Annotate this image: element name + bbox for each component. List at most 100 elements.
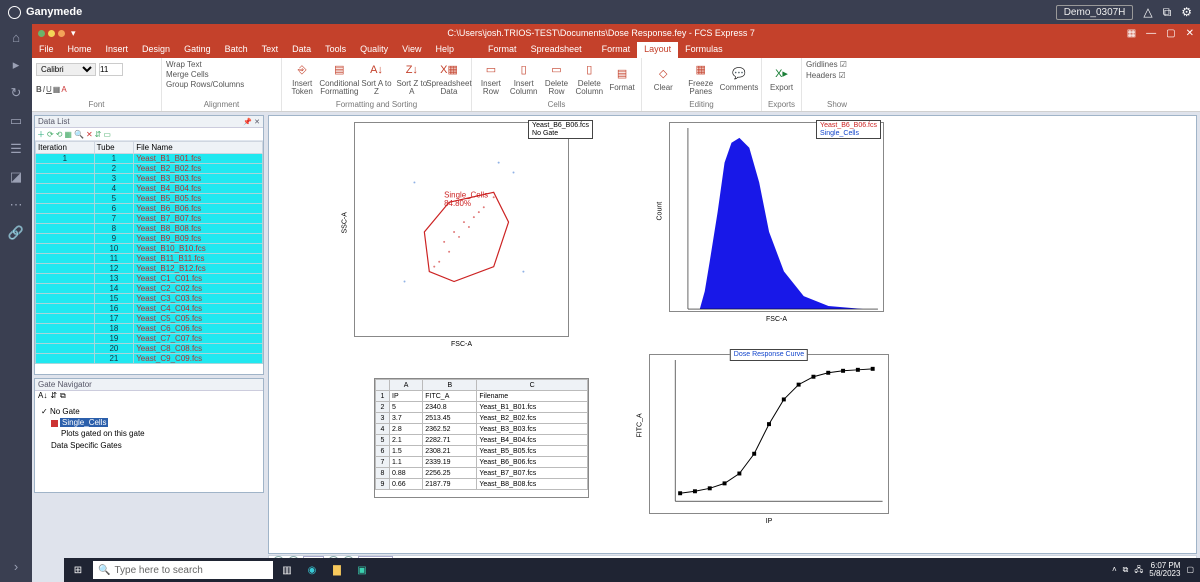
table-row[interactable]: 11Yeast_B11_B11.fcs	[36, 254, 263, 264]
minimize-icon[interactable]: —	[1146, 28, 1156, 39]
font-family-select[interactable]: Calibri	[36, 63, 96, 76]
explorer-icon[interactable]: ▇	[326, 561, 348, 579]
insert-col-button[interactable]: ▯Insert Column	[509, 63, 539, 97]
bold-button[interactable]: B	[36, 85, 42, 94]
close-panel-icon[interactable]: ✕	[254, 118, 260, 126]
collapse-icon[interactable]: ›	[14, 559, 18, 574]
merge-cells-button[interactable]: Merge Cells	[166, 70, 209, 79]
data-list-table[interactable]: IterationTubeFile Name11Yeast_B1_B01.fcs…	[35, 141, 263, 364]
tray-cloud-icon[interactable]: ⧉	[1123, 566, 1129, 574]
table-row[interactable]: 1IPFITC_AFilename	[376, 391, 588, 402]
sheet-data-button[interactable]: X▦Spreadsheet Data	[431, 63, 467, 97]
table-row[interactable]: 5Yeast_B5_B05.fcs	[36, 194, 263, 204]
fcs-app-icon[interactable]: ▣	[351, 561, 373, 579]
menu-tab-tools[interactable]: Tools	[318, 42, 353, 58]
table-row[interactable]: 42.82362.52Yeast_B3_B03.fcs	[376, 424, 588, 435]
ctx2-tab-formulas[interactable]: Formulas	[678, 42, 730, 58]
table-row[interactable]: 15Yeast_C3_C03.fcs	[36, 294, 263, 304]
settings-gear-icon[interactable]: ⚙	[1181, 5, 1192, 19]
menu-tab-help[interactable]: Help	[429, 42, 462, 58]
gate-sort-icon[interactable]: A↓	[38, 391, 47, 404]
menu-tab-file[interactable]: File	[32, 42, 61, 58]
table-row[interactable]: 80.882256.25Yeast_B7_B07.fcs	[376, 468, 588, 479]
link-icon[interactable]: 🔗	[8, 225, 24, 241]
format-button[interactable]: ▤Format	[607, 67, 637, 92]
table-row[interactable]: 21Yeast_C9_C09.fcs	[36, 354, 263, 364]
start-button[interactable]: ⊞	[67, 561, 89, 579]
table-row[interactable]: 61.52308.21Yeast_B5_B05.fcs	[376, 446, 588, 457]
headers-toggle[interactable]: Headers ☑	[806, 71, 846, 80]
underline-button[interactable]: U	[46, 85, 52, 94]
menu-tab-insert[interactable]: Insert	[99, 42, 136, 58]
table-row[interactable]: 6Yeast_B6_B06.fcs	[36, 204, 263, 214]
gate-copy-icon[interactable]: ⧉	[60, 391, 66, 404]
menu-tab-batch[interactable]: Batch	[218, 42, 255, 58]
tray-net-icon[interactable]: 🖧	[1134, 566, 1143, 574]
tray-notify-icon[interactable]: ▢	[1186, 566, 1194, 574]
export-button[interactable]: X▸Export	[766, 67, 797, 92]
table-row[interactable]: 17Yeast_C5_C05.fcs	[36, 314, 263, 324]
table-row[interactable]: 3Yeast_B3_B03.fcs	[36, 174, 263, 184]
gridlines-toggle[interactable]: Gridlines ☑	[806, 60, 847, 69]
chart-icon[interactable]: ◪	[10, 169, 22, 185]
table-row[interactable]: 18Yeast_C6_C06.fcs	[36, 324, 263, 334]
ctx2-tab-format[interactable]: Format	[595, 42, 638, 58]
menu-tab-design[interactable]: Design	[135, 42, 177, 58]
ctx-tab-format[interactable]: Format	[481, 42, 524, 58]
menu-tab-data[interactable]: Data	[285, 42, 318, 58]
more-icon[interactable]: ⋯	[10, 197, 23, 213]
layout-canvas[interactable]: Yeast_B6_B06.fcsNo Gate Single_Cells 84.…	[268, 115, 1197, 554]
doc-icon[interactable]: ▭	[10, 113, 22, 129]
dose-response-plot[interactable]: Dose Response Curve IP FITC_A	[649, 354, 889, 514]
insert-row-button[interactable]: ▭Insert Row	[476, 63, 506, 97]
menu-tab-quality[interactable]: Quality	[353, 42, 395, 58]
ctx2-tab-layout[interactable]: Layout	[637, 42, 678, 58]
menu-tab-gating[interactable]: Gating	[177, 42, 218, 58]
table-row[interactable]: 4Yeast_B4_B04.fcs	[36, 184, 263, 194]
delete-col-button[interactable]: ▯Delete Column	[574, 63, 604, 97]
table-row[interactable]: 13Yeast_C1_C01.fcs	[36, 274, 263, 284]
table-row[interactable]: 10Yeast_B10_B10.fcs	[36, 244, 263, 254]
table-row[interactable]: 9Yeast_B9_B09.fcs	[36, 234, 263, 244]
tray-up-icon[interactable]: ˄	[1112, 566, 1117, 574]
history-icon[interactable]: ↻	[11, 85, 22, 101]
wrap-text-button[interactable]: Wrap Text	[166, 60, 202, 69]
close-icon[interactable]: ✕	[1186, 28, 1194, 39]
insert-token-button[interactable]: ⎆Insert Token	[286, 63, 318, 97]
grid-icon[interactable]: ▦	[1127, 28, 1136, 39]
notify-icon[interactable]: △	[1143, 5, 1152, 19]
taskbar-search[interactable]: 🔍 Type here to search	[93, 561, 273, 579]
home-icon[interactable]: ⌂	[12, 30, 20, 45]
table-row[interactable]: 12Yeast_B12_B12.fcs	[36, 264, 263, 274]
menu-tab-home[interactable]: Home	[61, 42, 99, 58]
table-row[interactable]: 90.662187.79Yeast_B8_B08.fcs	[376, 479, 588, 490]
italic-button[interactable]: I	[43, 85, 45, 94]
gate-tree-icon[interactable]: ⇵	[50, 391, 57, 404]
gate-tree[interactable]: ✓ No Gate Single_Cells Plots gated on th…	[35, 404, 263, 453]
table-row[interactable]: 252340.8Yeast_B1_B01.fcs	[376, 402, 588, 413]
sort-desc-button[interactable]: Z↓Sort Z to A	[396, 63, 428, 97]
table-row[interactable]: 16Yeast_C4_C04.fcs	[36, 304, 263, 314]
menu-tab-text[interactable]: Text	[255, 42, 286, 58]
table-row[interactable]: 11Yeast_B1_B01.fcs	[36, 154, 263, 164]
data-list-toolbar[interactable]: ＋⟳⟲▦🔍✕⇵▭	[35, 128, 263, 141]
histogram-plot[interactable]: Yeast_B6_B06.fcsSingle_Cells FSC-A Count	[669, 122, 884, 312]
group-rows-button[interactable]: Group Rows/Columns	[166, 80, 244, 89]
copy-icon[interactable]: ⧉	[1163, 5, 1172, 20]
font-color-button[interactable]: A	[61, 85, 66, 94]
table-row[interactable]: 33.72513.45Yeast_B2_B02.fcs	[376, 413, 588, 424]
table-row[interactable]: 20Yeast_C8_C08.fcs	[36, 344, 263, 354]
table-row[interactable]: 7Yeast_B7_B07.fcs	[36, 214, 263, 224]
mini-spreadsheet[interactable]: ABC1IPFITC_AFilename252340.8Yeast_B1_B01…	[374, 378, 589, 498]
delete-row-button[interactable]: ▭Delete Row	[542, 63, 572, 97]
files-icon[interactable]: ☰	[10, 141, 22, 157]
cond-format-button[interactable]: ▤Conditional Formatting	[321, 63, 357, 97]
table-row[interactable]: 14Yeast_C2_C02.fcs	[36, 284, 263, 294]
table-row[interactable]: 19Yeast_C7_C07.fcs	[36, 334, 263, 344]
pin-icon[interactable]: 📌	[243, 118, 252, 126]
clear-button[interactable]: ◇Clear	[646, 67, 681, 92]
task-view-icon[interactable]: ▥	[276, 561, 298, 579]
table-row[interactable]: 71.12339.19Yeast_B6_B06.fcs	[376, 457, 588, 468]
ctx-tab-spreadsheet[interactable]: Spreadsheet	[524, 42, 589, 58]
chevron-icon[interactable]: ▸	[13, 57, 20, 73]
